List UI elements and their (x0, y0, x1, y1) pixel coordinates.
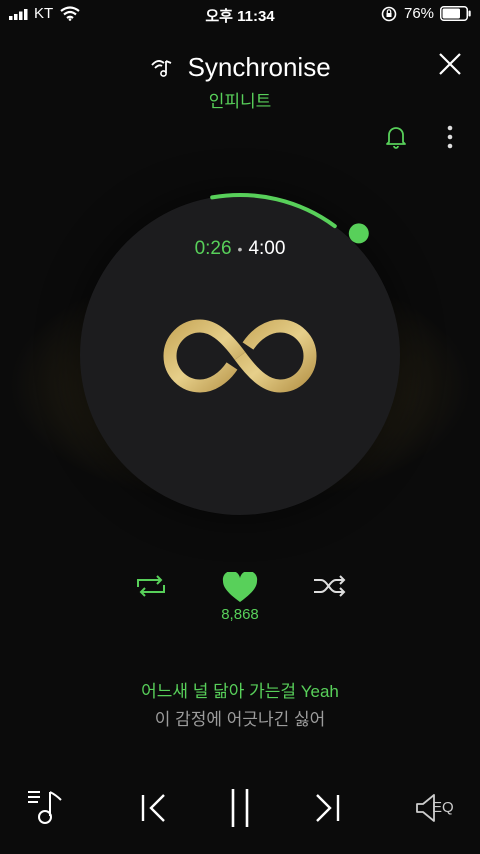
lyrics-current-line[interactable]: 어느새 널 닮아 가는걸 Yeah (0, 677, 480, 702)
lyrics-next-line[interactable]: 이 감정에 어긋나긴 싫어 (0, 705, 480, 730)
time-display: 0:26 • 4:00 (0, 238, 480, 260)
pause-icon (231, 789, 249, 827)
shuffle-icon (314, 575, 346, 597)
pause-button[interactable] (226, 786, 254, 830)
eq-button[interactable]: EQ (414, 792, 462, 824)
time-separator: • (237, 240, 243, 257)
next-button[interactable] (311, 790, 343, 826)
like-button[interactable] (222, 570, 258, 604)
progress-arc (210, 192, 337, 229)
previous-icon (141, 794, 165, 822)
next-icon (316, 794, 340, 822)
repeat-button[interactable] (134, 572, 168, 600)
eq-label: EQ (432, 799, 454, 816)
shuffle-button[interactable] (312, 572, 348, 600)
playlist-button[interactable] (26, 786, 66, 826)
previous-button[interactable] (138, 790, 170, 826)
infinite-logo (163, 319, 317, 393)
heart-icon (222, 570, 258, 602)
playlist-icon (28, 791, 62, 824)
current-time: 0:26 (194, 238, 232, 259)
like-count: 8,868 (221, 606, 259, 623)
total-time: 4:00 (248, 238, 286, 259)
repeat-icon (137, 575, 165, 597)
